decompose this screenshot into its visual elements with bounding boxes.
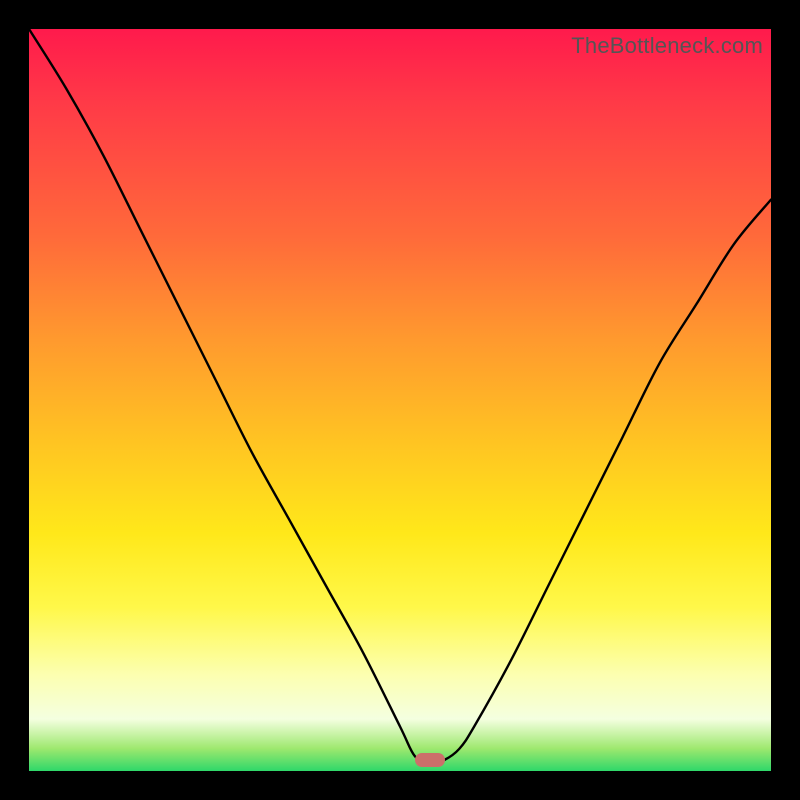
bottleneck-curve [29,29,771,771]
plot-area: TheBottleneck.com [29,29,771,771]
minimum-marker [415,753,445,767]
chart-frame: TheBottleneck.com [0,0,800,800]
watermark-text: TheBottleneck.com [571,33,763,59]
